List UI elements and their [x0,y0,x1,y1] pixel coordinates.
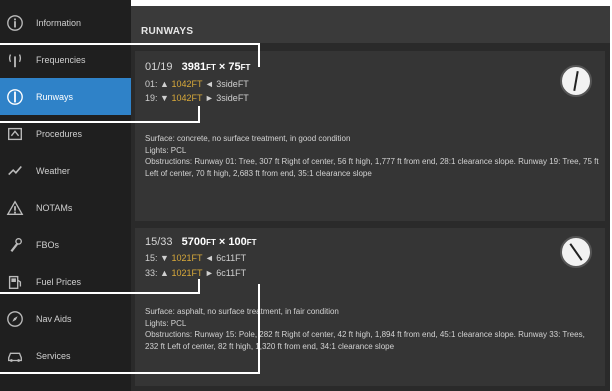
runway-description: Surface: asphalt, no surface treatment, … [145,306,600,352]
procedures-icon [4,123,26,145]
car-icon [4,345,26,367]
sidebar-item-nav-aids[interactable]: Nav Aids [0,300,131,337]
surface-text: Surface: concrete, no surface treatment,… [145,134,351,143]
fuel-icon [4,271,26,293]
surface-text: Surface: asphalt, no surface treatment, … [145,307,339,316]
runway-end-row: 19: ▼ 1042FT ► 3sideFT [145,93,249,103]
sidebar-item-weather[interactable]: Weather [0,152,131,189]
sidebar-item-label: Services [36,350,71,361]
warning-icon [4,197,26,219]
runway-width: 100 [228,236,247,248]
runway-ident: 01/19 [145,61,173,73]
obstructions-text: Obstructions: Runway 15: Pole, 282 ft Ri… [145,330,585,351]
runway-title: 01/19 3981FT × 75FT [145,61,251,73]
wrench-icon [4,234,26,256]
runway-length: 3981 [181,61,207,73]
radio-tower-icon [4,49,26,71]
callout-line [198,106,200,123]
runway-card[interactable]: 01/19 3981FT × 75FT 01: ▲ 1042FT ◄ 3side… [135,51,605,221]
sidebar-item-label: Procedures [36,128,83,139]
sidebar-item-label: Runways [36,91,74,102]
runway-width: 75 [228,61,241,73]
runway-icon [4,86,26,108]
lights-text: Lights: PCL [145,145,187,155]
app-window: Information Frequencies Runways Procedur… [0,0,612,391]
runway-end-row: 01: ▲ 1042FT ◄ 3sideFT [145,79,249,89]
runway-length: 5700 [181,236,207,248]
callout-line [0,372,260,374]
runway-heading-icon [560,65,592,97]
sidebar-item-frequencies[interactable]: Frequencies [0,41,131,78]
sidebar-item-label: Information [36,17,82,28]
runway-end-row: 33: ▲ 1021FT ► 6c11FT [145,268,247,278]
lights-text: Lights: PCL [145,318,187,328]
sidebar-item-fuel-prices[interactable]: Fuel Prices [0,263,131,300]
callout-line [258,284,260,374]
sidebar-item-runways[interactable]: Runways [0,78,131,115]
sidebar-item-label: Frequencies [36,54,86,65]
runway-card[interactable]: 15/33 5700FT × 100FT 15: ▼ 1021FT ◄ 6c11… [135,228,605,386]
callout-line [0,121,200,123]
info-icon [4,12,26,34]
runway-description: Surface: concrete, no surface treatment,… [145,133,600,179]
sidebar-item-label: NOTAMs [36,202,73,213]
sidebar-item-label: FBOs [36,239,60,250]
sidebar-item-fbos[interactable]: FBOs [0,226,131,263]
sidebar-item-notams[interactable]: NOTAMs [0,189,131,226]
runway-ident: 15/33 [145,236,173,248]
weather-icon [4,160,26,182]
runway-end-row: 15: ▼ 1021FT ◄ 6c11FT [145,253,247,263]
callout-line [0,292,200,294]
runway-title: 15/33 5700FT × 100FT [145,236,257,248]
callout-line [258,43,260,67]
sidebar-item-label: Fuel Prices [36,276,82,287]
sidebar-item-services[interactable]: Services [0,337,131,374]
sidebar-item-label: Nav Aids [36,313,72,324]
callout-line [198,279,200,294]
runway-heading-icon [560,236,592,268]
sidebar-item-label: Weather [36,165,70,176]
page-title: RUNWAYS [141,26,194,37]
callout-line [0,43,260,45]
obstructions-text: Obstructions: Runway 01: Tree, 307 ft Ri… [145,157,599,178]
sidebar-item-information[interactable]: Information [0,4,131,41]
section-header: RUNWAYS [131,6,610,43]
compass-icon [4,308,26,330]
sidebar: Information Frequencies Runways Procedur… [0,0,131,391]
